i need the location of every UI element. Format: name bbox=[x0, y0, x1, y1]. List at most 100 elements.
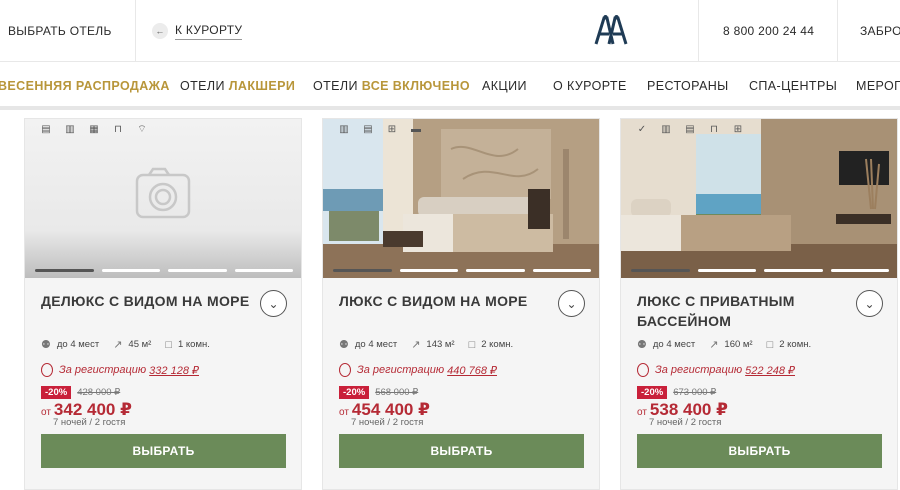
rooms-icon: □ bbox=[165, 338, 172, 351]
nav-item-highlight: ЛАКШЕРИ bbox=[228, 79, 296, 93]
reg-label: За регистрацию bbox=[59, 364, 147, 376]
nav-item-spa[interactable]: СПА-ЦЕНТРЫ bbox=[749, 79, 837, 93]
medal-icon bbox=[41, 363, 53, 377]
select-button[interactable]: ВЫБРАТЬ bbox=[637, 434, 882, 468]
select-button[interactable]: ВЫБРАТЬ bbox=[339, 434, 584, 468]
fridge-icon: ⊓ bbox=[710, 123, 718, 135]
logo-icon[interactable] bbox=[594, 14, 628, 46]
chevron-down-icon[interactable]: ⌄ bbox=[856, 290, 883, 317]
discount-row: -20% 428 000 ₽ bbox=[41, 386, 120, 399]
nav-item-all-inclusive[interactable]: ОТЕЛИ ВСЕ ВКЛЮЧЕНО bbox=[313, 79, 470, 93]
price-from: от bbox=[41, 407, 51, 418]
nights-guests: 7 ночей / 2 гостя bbox=[649, 417, 722, 428]
reg-amount[interactable]: 332 128 ₽ bbox=[149, 364, 199, 377]
carousel-dot[interactable] bbox=[234, 269, 293, 272]
price-from: от bbox=[637, 407, 647, 418]
room-specs: ⚉ до 4 мест ↗ 160 м² □ 2 комн. bbox=[637, 338, 825, 352]
carousel-dot[interactable] bbox=[532, 269, 591, 272]
old-price: 428 000 ₽ bbox=[77, 387, 121, 398]
registration-bonus: За регистрацию 440 768 ₽ bbox=[339, 363, 497, 377]
guests-icon: ⚉ bbox=[637, 339, 647, 351]
site-header: ВЫБРАТЬ ОТЕЛЬ ← К КУРОРТУ 8 800 200 24 4… bbox=[0, 0, 900, 62]
back-to-resort-link[interactable]: ← К КУРОРТУ bbox=[152, 0, 243, 62]
divider bbox=[135, 0, 136, 62]
area-icon: ↗ bbox=[411, 339, 421, 351]
carousel-dots bbox=[35, 269, 293, 272]
guests-count: до 4 мест bbox=[354, 339, 398, 350]
radiator-icon: ▥ bbox=[661, 123, 671, 135]
carousel-dot[interactable] bbox=[830, 269, 889, 272]
divider bbox=[698, 0, 699, 62]
guests-count: до 4 мест bbox=[56, 339, 100, 350]
room-photo[interactable]: ✓ ▥ ▤ ⊓ ⊞ bbox=[621, 119, 897, 278]
carousel-dot[interactable] bbox=[333, 269, 392, 272]
carousel-dot[interactable] bbox=[35, 269, 94, 272]
carousel-dot[interactable] bbox=[764, 269, 823, 272]
fridge-icon: ⊓ bbox=[114, 123, 122, 135]
choose-hotel-label: ВЫБРАТЬ ОТЕЛЬ bbox=[8, 24, 112, 38]
carousel-dot[interactable] bbox=[697, 269, 756, 272]
discount-row: -20% 568 000 ₽ bbox=[339, 386, 418, 399]
amenities-bar: ▤ ▥ ▦ ⊓ ⌔ bbox=[31, 119, 157, 139]
room-photo-placeholder[interactable]: ▤ ▥ ▦ ⊓ ⌔ bbox=[25, 119, 301, 278]
nights-guests: 7 ночей / 2 гостя bbox=[351, 417, 424, 428]
choose-hotel-link[interactable]: ВЫБРАТЬ ОТЕЛЬ bbox=[8, 0, 112, 62]
room-specs: ⚉ до 4 мест ↗ 45 м² □ 1 комн. bbox=[41, 338, 224, 352]
amenities-bar: ✓ ▥ ▤ ⊓ ⊞ bbox=[627, 119, 753, 139]
nav-item-restaurants[interactable]: РЕСТОРАНЫ bbox=[647, 79, 729, 93]
rooms-count: 2 комн. bbox=[779, 339, 812, 350]
nav-item-promotions[interactable]: АКЦИИ bbox=[482, 79, 527, 93]
reg-amount[interactable]: 522 248 ₽ bbox=[745, 364, 795, 377]
tv-icon: ▤ bbox=[685, 123, 695, 135]
nav-item-about-resort[interactable]: О КУРОРТЕ bbox=[553, 79, 627, 93]
registration-bonus: За регистрацию 522 248 ₽ bbox=[637, 363, 795, 377]
booking-label: ЗАБРО bbox=[860, 24, 900, 38]
discount-row: -20% 673 000 ₽ bbox=[637, 386, 716, 399]
nav-item-highlight: ВСЕ ВКЛЮЧЕНО bbox=[361, 79, 470, 93]
nav-item-label: ОТЕЛИ bbox=[180, 79, 229, 93]
nights-guests: 7 ночей / 2 гостя bbox=[53, 417, 126, 428]
room-area: 45 м² bbox=[128, 339, 152, 350]
medal-icon bbox=[637, 363, 649, 377]
reg-amount[interactable]: 440 768 ₽ bbox=[447, 364, 497, 377]
room-area: 160 м² bbox=[724, 339, 753, 350]
back-to-resort-label: К КУРОРТУ bbox=[175, 23, 243, 40]
room-photo[interactable]: ▥ ▤ ⊞ ▬ bbox=[323, 119, 599, 278]
nav-item-events[interactable]: МЕРОП bbox=[856, 79, 900, 93]
nav-item-luxury-hotels[interactable]: ОТЕЛИ ЛАКШЕРИ bbox=[180, 79, 295, 93]
reg-label: За регистрацию bbox=[655, 364, 743, 376]
select-button[interactable]: ВЫБРАТЬ bbox=[41, 434, 286, 468]
carousel-dot[interactable] bbox=[631, 269, 690, 272]
kitchen-icon: ⊞ bbox=[387, 123, 397, 135]
discount-badge: -20% bbox=[339, 386, 370, 399]
phone-number: 8 800 200 24 44 bbox=[723, 24, 815, 38]
coffee-icon: ▬ bbox=[411, 123, 421, 135]
room-title[interactable]: ЛЮКС С ВИДОМ НА МОРЕ bbox=[339, 291, 549, 311]
room-specs: ⚉ до 4 мест ↗ 143 м² □ 2 комн. bbox=[339, 338, 527, 352]
booking-link[interactable]: ЗАБРО bbox=[860, 0, 900, 62]
area-icon: ↗ bbox=[113, 339, 123, 351]
carousel-dot[interactable] bbox=[399, 269, 458, 272]
room-title[interactable]: ЛЮКС С ПРИВАТНЫМ БАССЕЙНОМ bbox=[637, 291, 847, 331]
kitchen-icon: ⊞ bbox=[733, 123, 743, 135]
price-from: от bbox=[339, 407, 349, 418]
room-title[interactable]: ДЕЛЮКС С ВИДОМ НА МОРЕ bbox=[41, 291, 251, 311]
room-area: 143 м² bbox=[426, 339, 455, 350]
nav-item-spring-sale[interactable]: ВЕСЕННЯЯ РАСПРОДАЖА bbox=[0, 79, 170, 93]
area-icon: ↗ bbox=[709, 339, 719, 351]
guests-icon: ⚉ bbox=[339, 339, 349, 351]
carousel-dot[interactable] bbox=[101, 269, 160, 272]
chevron-down-icon[interactable]: ⌄ bbox=[260, 290, 287, 317]
tv-icon: ▤ bbox=[41, 123, 51, 135]
nav-item-label: МЕРОП bbox=[856, 79, 900, 93]
carousel-dot[interactable] bbox=[466, 269, 525, 272]
nav-item-label: О КУРОРТЕ bbox=[553, 79, 627, 93]
phone-link[interactable]: 8 800 200 24 44 bbox=[723, 0, 814, 62]
carousel-dot[interactable] bbox=[168, 269, 227, 272]
chevron-down-icon[interactable]: ⌄ bbox=[558, 290, 585, 317]
room-card: ▤ ▥ ▦ ⊓ ⌔ ДЕЛЮКС С ВИДОМ НА МОРЕ ⌄ ⚉ до 4… bbox=[24, 118, 302, 490]
nav-item-label: АКЦИИ bbox=[482, 79, 527, 93]
radiator-icon: ▥ bbox=[339, 123, 349, 135]
discount-badge: -20% bbox=[637, 386, 668, 399]
check-icon: ✓ bbox=[637, 123, 647, 135]
